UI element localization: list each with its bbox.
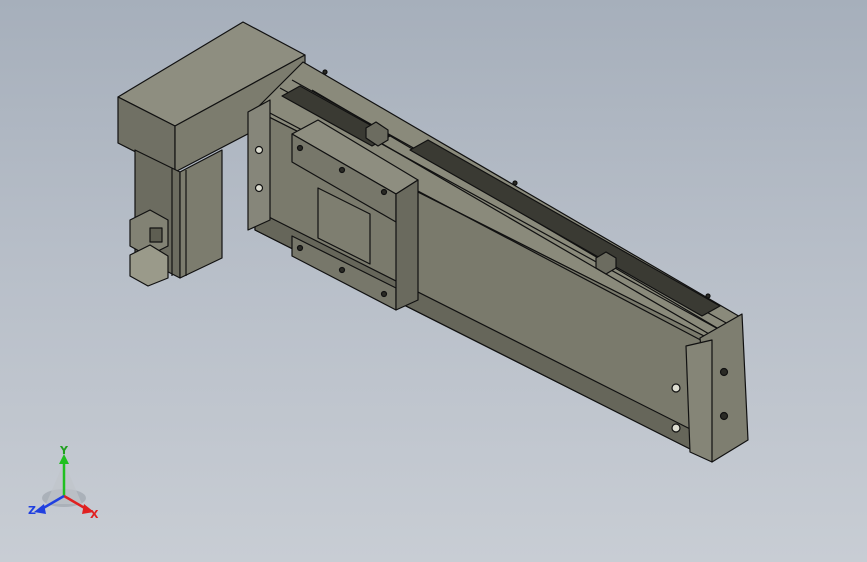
end-cap-face [685, 339, 713, 463]
z-axis-label: Z [28, 504, 36, 517]
view-orientation-triad[interactable]: Y X Z [24, 446, 104, 526]
y-axis-label: Y [59, 446, 69, 457]
linear-actuator-model[interactable] [0, 0, 867, 562]
carriage-side [395, 179, 419, 311]
motor-side-cap [247, 99, 271, 231]
cad-viewport[interactable]: Y X Z [0, 0, 867, 562]
x-axis-label: X [90, 508, 99, 521]
